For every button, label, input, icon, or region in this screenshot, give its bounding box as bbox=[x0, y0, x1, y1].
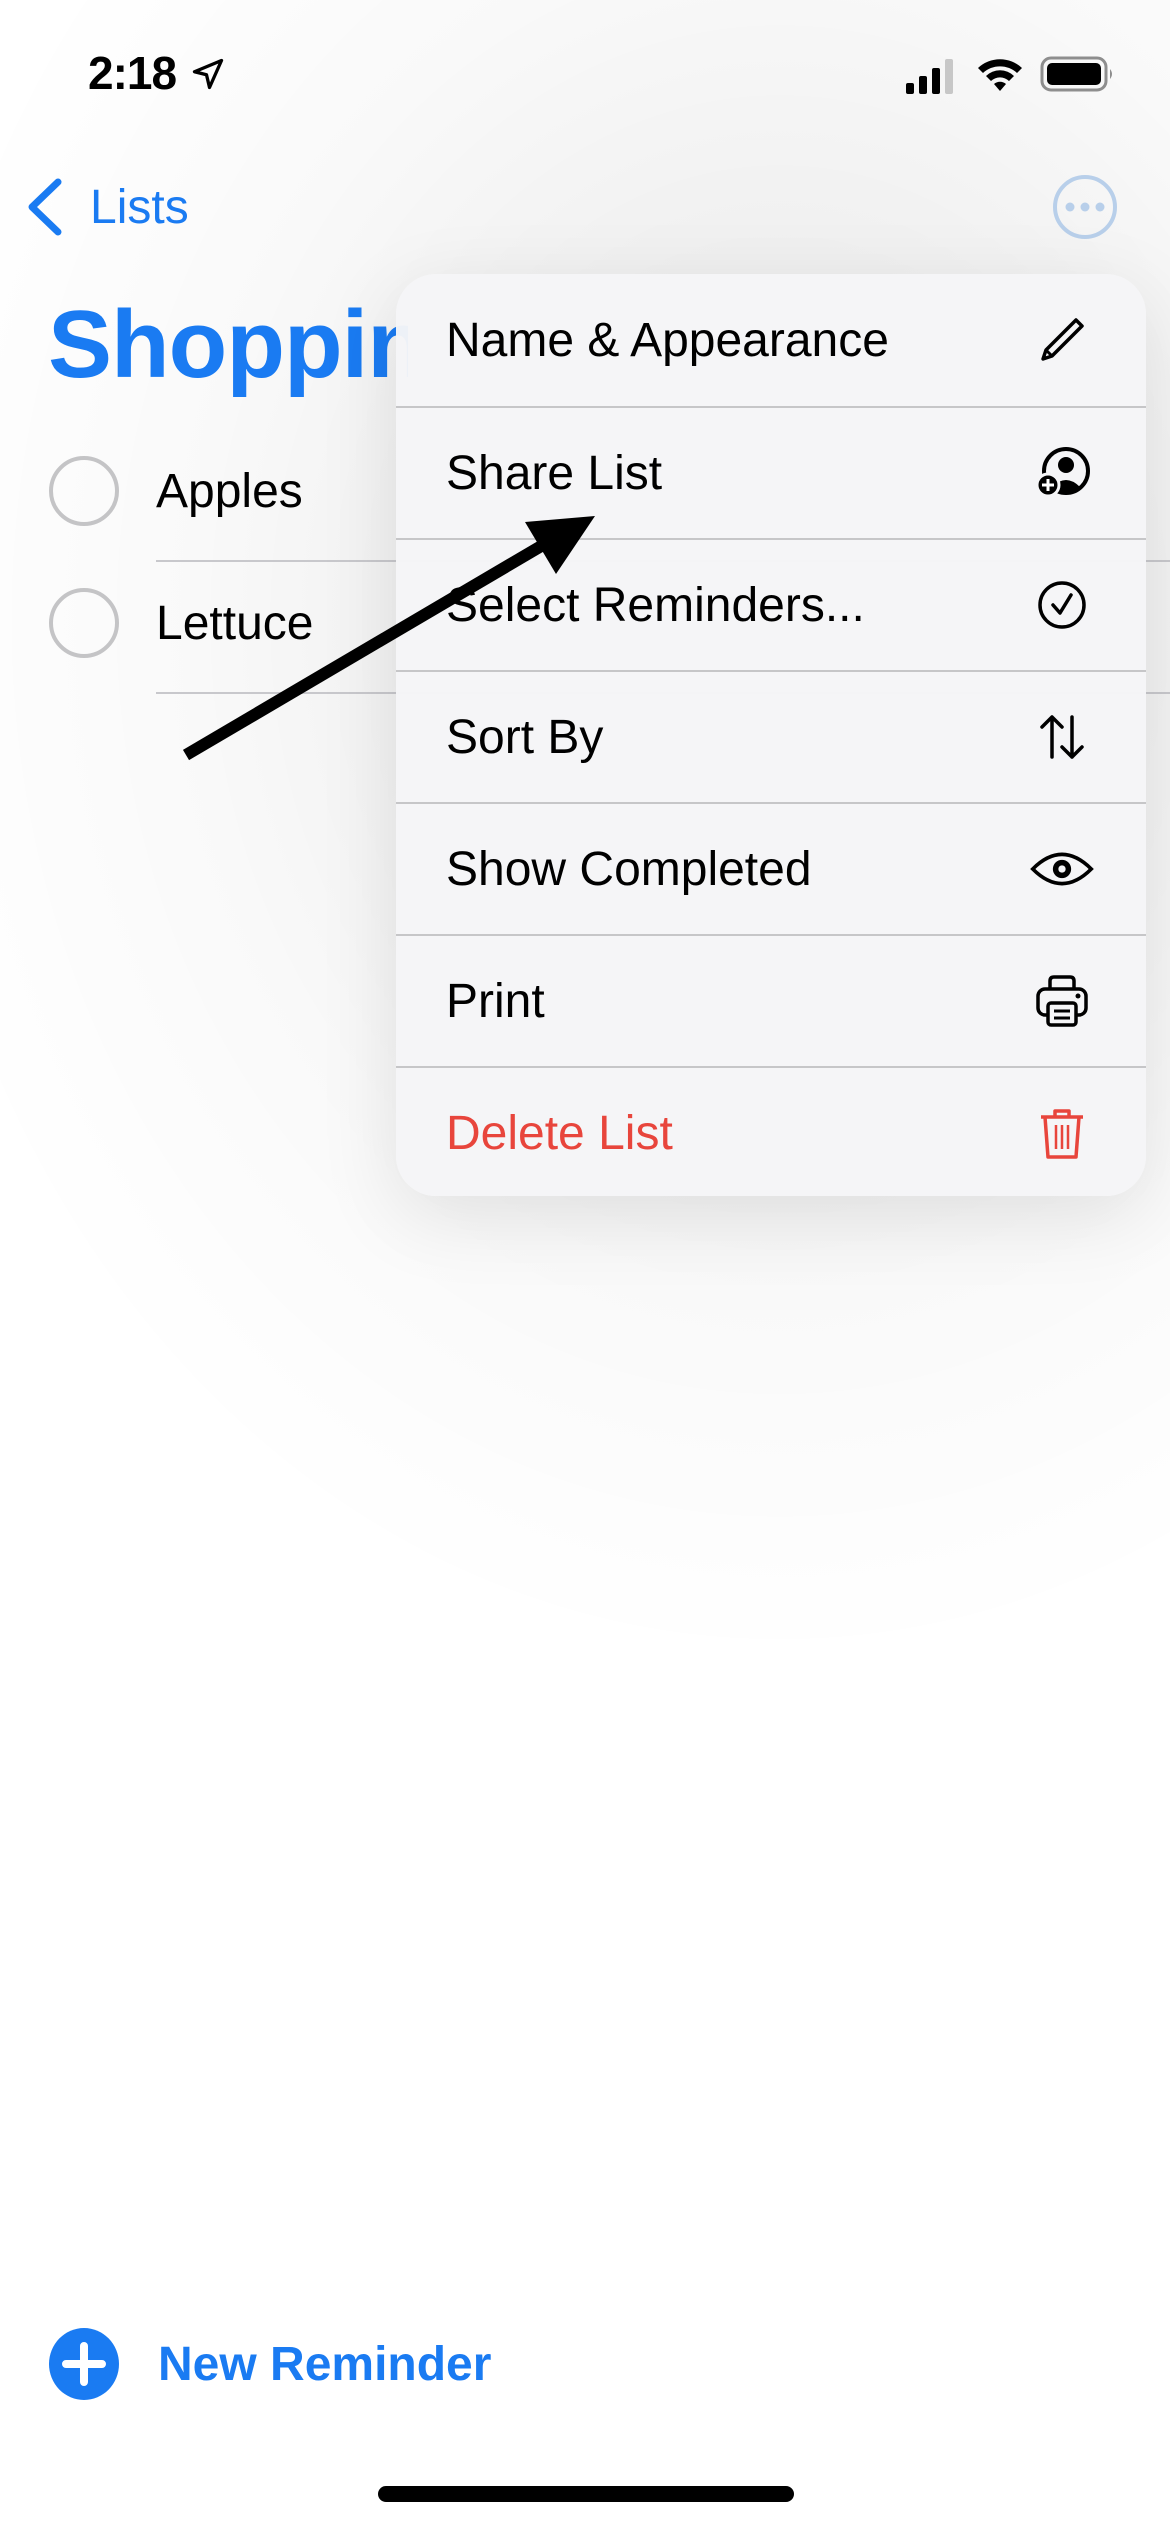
trash-icon bbox=[1030, 1101, 1094, 1165]
checkmark-circle-icon bbox=[1030, 573, 1094, 637]
complete-toggle-circle[interactable] bbox=[49, 588, 119, 658]
reminder-title[interactable]: Lettuce bbox=[156, 596, 313, 651]
menu-item-delete-list[interactable]: Delete List bbox=[396, 1066, 1146, 1196]
chevron-left-icon bbox=[28, 178, 62, 236]
new-reminder-button[interactable]: New Reminder bbox=[48, 2326, 491, 2402]
menu-item-label: Select Reminders... bbox=[446, 578, 865, 632]
menu-item-print[interactable]: Print bbox=[396, 934, 1146, 1066]
menu-item-label: Print bbox=[446, 974, 545, 1028]
plus-circle-icon bbox=[49, 2328, 119, 2400]
signal-icon bbox=[906, 59, 953, 94]
eye-icon bbox=[1030, 837, 1094, 901]
more-options-button[interactable] bbox=[1052, 174, 1118, 240]
sort-arrows-icon bbox=[1030, 705, 1094, 769]
back-label: Lists bbox=[90, 180, 189, 234]
list-options-menu: Name & Appearance Share List Select Remi… bbox=[396, 274, 1146, 1196]
complete-toggle-circle[interactable] bbox=[49, 456, 119, 526]
location-arrow-icon bbox=[192, 58, 224, 90]
menu-item-label: Sort By bbox=[446, 710, 604, 764]
menu-item-share-list[interactable]: Share List bbox=[396, 406, 1146, 538]
menu-item-label: Delete List bbox=[446, 1106, 673, 1160]
menu-item-sort-by[interactable]: Sort By bbox=[396, 670, 1146, 802]
menu-item-label: Share List bbox=[446, 446, 663, 500]
menu-item-show-completed[interactable]: Show Completed bbox=[396, 802, 1146, 934]
menu-item-label: Show Completed bbox=[446, 842, 812, 896]
battery-icon bbox=[1040, 56, 1112, 92]
list-title: Shopping bbox=[48, 291, 408, 398]
new-reminder-label: New Reminder bbox=[158, 2337, 492, 2391]
menu-item-name-appearance[interactable]: Name & Appearance bbox=[396, 274, 1146, 406]
menu-item-label: Name & Appearance bbox=[446, 313, 889, 367]
wifi-icon bbox=[978, 59, 1022, 91]
back-button[interactable]: Lists bbox=[24, 172, 189, 242]
pencil-icon bbox=[1030, 308, 1094, 372]
menu-item-select-reminders[interactable]: Select Reminders... bbox=[396, 538, 1146, 670]
reminder-title[interactable]: Apples bbox=[156, 464, 303, 519]
status-bar: 2:18 bbox=[0, 0, 1170, 140]
printer-icon bbox=[1030, 969, 1094, 1033]
status-time: 2:18 bbox=[88, 47, 177, 99]
person-add-icon bbox=[1030, 441, 1094, 505]
home-indicator[interactable] bbox=[378, 2486, 794, 2502]
